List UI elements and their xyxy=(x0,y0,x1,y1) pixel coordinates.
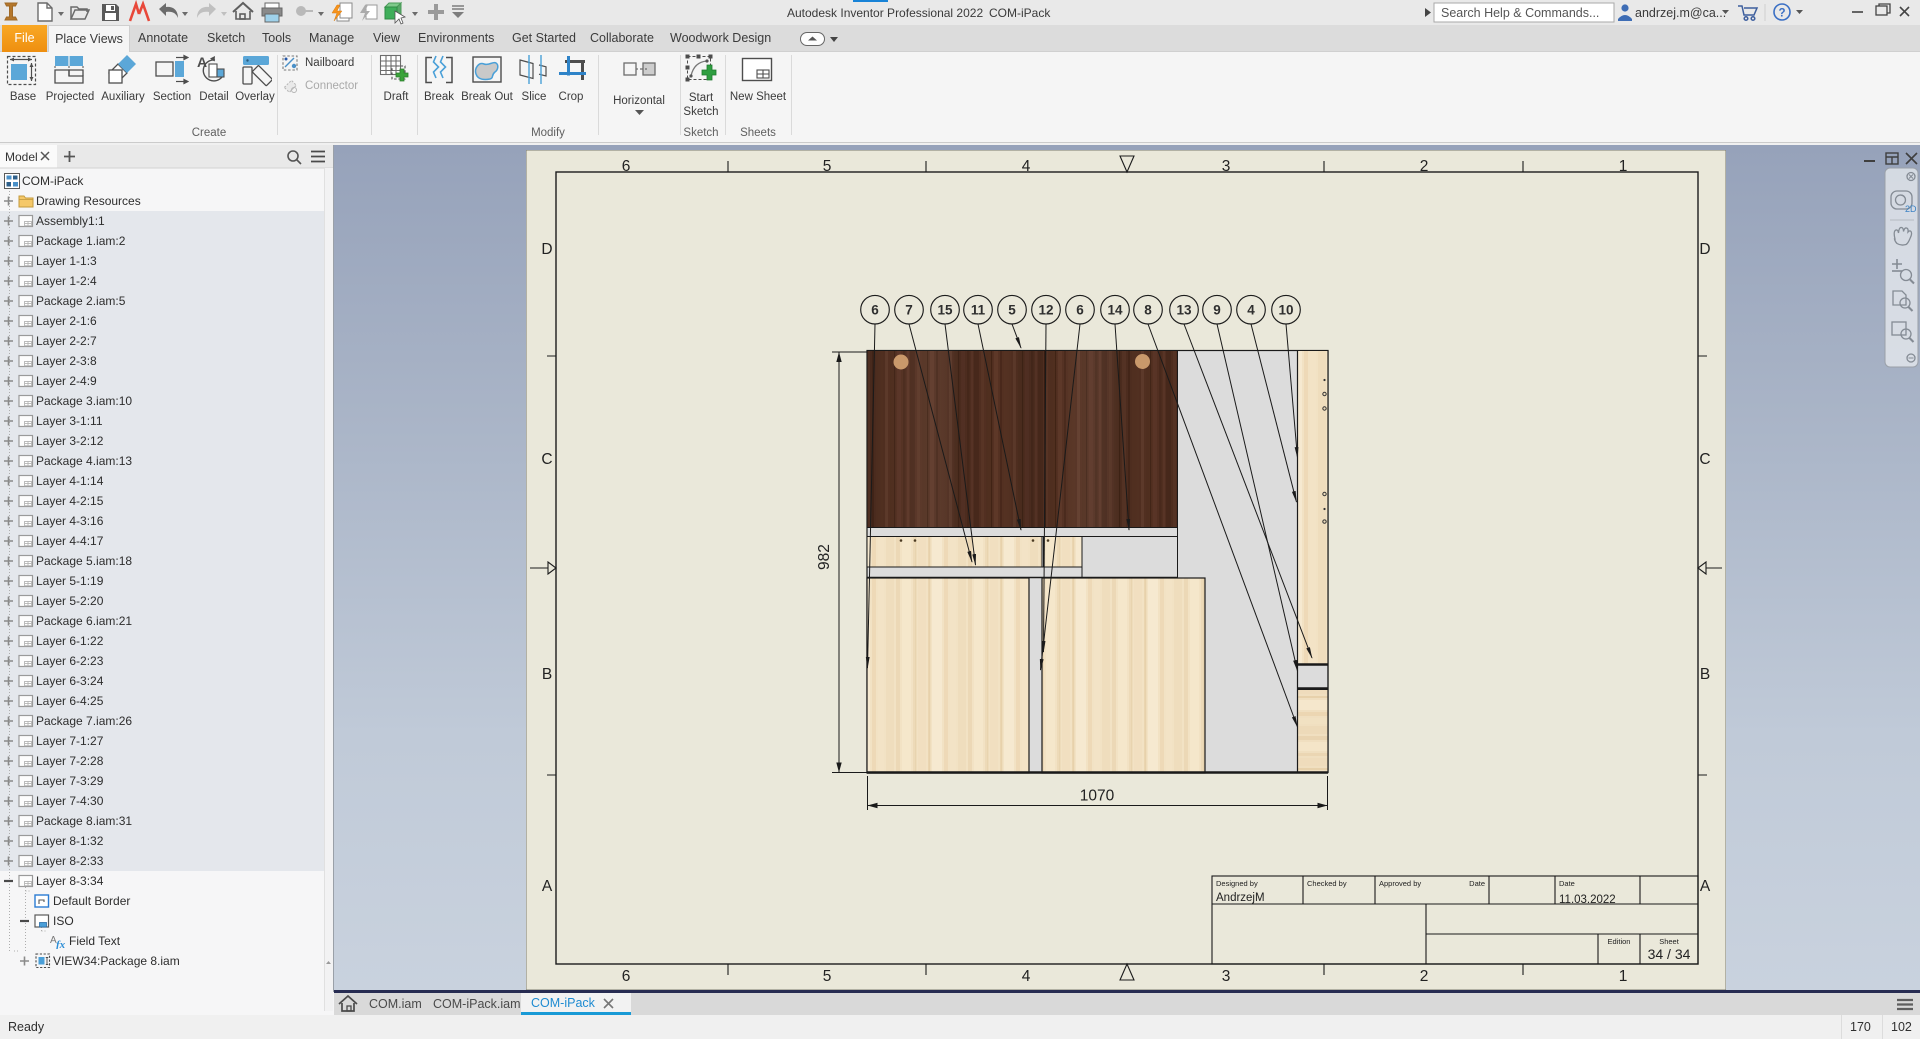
svg-text:34 / 34: 34 / 34 xyxy=(1648,946,1691,962)
svg-text:?: ? xyxy=(1779,8,1786,20)
svg-text:AndrzejM: AndrzejM xyxy=(1216,892,1265,904)
svg-text:7: 7 xyxy=(905,303,913,318)
svg-text:12: 12 xyxy=(1038,303,1053,318)
svg-text:Sheet: Sheet xyxy=(1659,937,1680,946)
svg-text:9: 9 xyxy=(1213,303,1221,318)
svg-text:Layer 4-4:17: Layer 4-4:17 xyxy=(36,534,104,548)
svg-text:Layer 7-1:27: Layer 7-1:27 xyxy=(36,734,104,748)
svg-text:Layer 7-2:28: Layer 7-2:28 xyxy=(36,754,104,768)
svg-text:Layer 8-1:32: Layer 8-1:32 xyxy=(36,834,104,848)
svg-text:A: A xyxy=(197,54,207,70)
svg-text:A: A xyxy=(1700,878,1711,895)
svg-text:C: C xyxy=(1699,451,1710,468)
svg-text:8: 8 xyxy=(1144,303,1152,318)
svg-text:Approved by: Approved by xyxy=(1379,879,1421,888)
svg-text:Layer 6-2:23: Layer 6-2:23 xyxy=(36,654,104,668)
svg-text:Layer 6-1:22: Layer 6-1:22 xyxy=(36,634,104,648)
svg-text:Checked by: Checked by xyxy=(1307,879,1347,888)
svg-text:Layer 4-3:16: Layer 4-3:16 xyxy=(36,514,104,528)
svg-text:Package 8.iam:31: Package 8.iam:31 xyxy=(36,814,132,828)
svg-text:Layer 2-3:8: Layer 2-3:8 xyxy=(36,354,97,368)
svg-text:5: 5 xyxy=(1008,303,1016,318)
svg-text:2: 2 xyxy=(1420,968,1429,985)
svg-text:6: 6 xyxy=(622,968,631,985)
svg-text:Default Border: Default Border xyxy=(53,894,130,908)
svg-text:Designed by: Designed by xyxy=(1216,879,1258,888)
svg-text:Drawing Resources: Drawing Resources xyxy=(36,194,141,208)
svg-text:Field Text: Field Text xyxy=(69,934,121,948)
svg-text:Layer 6-3:24: Layer 6-3:24 xyxy=(36,674,104,688)
svg-text:11: 11 xyxy=(971,303,986,318)
svg-text:Package 5.iam:18: Package 5.iam:18 xyxy=(36,554,132,568)
svg-text:1: 1 xyxy=(1619,158,1628,175)
svg-text:Layer 8-2:33: Layer 8-2:33 xyxy=(36,854,104,868)
svg-text:14: 14 xyxy=(1107,303,1123,318)
svg-text:COM-iPack: COM-iPack xyxy=(22,174,84,188)
svg-text:6: 6 xyxy=(1076,303,1084,318)
svg-text:B: B xyxy=(1700,666,1710,683)
svg-text:ISO: ISO xyxy=(53,914,74,928)
svg-text:Assembly1:1: Assembly1:1 xyxy=(36,214,105,228)
svg-text:Layer 4-2:15: Layer 4-2:15 xyxy=(36,494,104,508)
svg-text:D: D xyxy=(541,241,552,258)
svg-text:Model: Model xyxy=(5,150,38,164)
svg-text:C: C xyxy=(541,451,552,468)
svg-text:3: 3 xyxy=(1222,968,1231,985)
svg-text:Package 7.iam:26: Package 7.iam:26 xyxy=(36,714,132,728)
svg-text:Layer 1-1:3: Layer 1-1:3 xyxy=(36,254,97,268)
svg-text:Layer 2-2:7: Layer 2-2:7 xyxy=(36,334,97,348)
svg-text:13: 13 xyxy=(1176,303,1192,318)
svg-text:VIEW34:Package 8.iam: VIEW34:Package 8.iam xyxy=(53,954,180,968)
svg-text:982: 982 xyxy=(816,544,833,570)
svg-text:Layer 2-4:9: Layer 2-4:9 xyxy=(36,374,97,388)
svg-text:10: 10 xyxy=(1278,303,1293,318)
svg-text:3: 3 xyxy=(1222,158,1231,175)
svg-text:Search Help & Commands...: Search Help & Commands... xyxy=(1441,6,1599,20)
svg-text:6: 6 xyxy=(871,303,879,318)
svg-text:2: 2 xyxy=(1420,158,1429,175)
svg-text:Layer 4-1:14: Layer 4-1:14 xyxy=(36,474,104,488)
svg-text:Package 6.iam:21: Package 6.iam:21 xyxy=(36,614,132,628)
svg-text:Package 4.iam:13: Package 4.iam:13 xyxy=(36,454,132,468)
svg-text:B: B xyxy=(542,666,552,683)
svg-text:Layer 3-1:11: Layer 3-1:11 xyxy=(36,414,103,428)
svg-text:Layer 2-1:6: Layer 2-1:6 xyxy=(36,314,97,328)
svg-text:Layer 8-3:34: Layer 8-3:34 xyxy=(36,874,104,888)
svg-text:Package 1.iam:2: Package 1.iam:2 xyxy=(36,234,126,248)
svg-text:A: A xyxy=(542,878,553,895)
svg-text:Layer 5-2:20: Layer 5-2:20 xyxy=(36,594,104,608)
svg-text:Layer 1-2:4: Layer 1-2:4 xyxy=(36,274,97,288)
svg-text:11.03.2022: 11.03.2022 xyxy=(1559,894,1616,906)
svg-text:Layer 5-1:19: Layer 5-1:19 xyxy=(36,574,104,588)
svg-text:5: 5 xyxy=(823,158,832,175)
svg-text:2D: 2D xyxy=(1905,204,1917,214)
svg-text:andrzej.m@ca...: andrzej.m@ca... xyxy=(1635,6,1726,20)
svg-text:Edition: Edition xyxy=(1608,937,1631,946)
svg-text:Layer 3-2:12: Layer 3-2:12 xyxy=(36,434,104,448)
svg-text:1070: 1070 xyxy=(1080,788,1115,805)
svg-text:5: 5 xyxy=(823,968,832,985)
svg-text:4: 4 xyxy=(1022,968,1031,985)
svg-text:Package 3.iam:10: Package 3.iam:10 xyxy=(36,394,132,408)
svg-text:Layer 7-4:30: Layer 7-4:30 xyxy=(36,794,104,808)
svg-text:Package 2.iam:5: Package 2.iam:5 xyxy=(36,294,126,308)
svg-text:1: 1 xyxy=(1619,968,1628,985)
svg-text:6: 6 xyxy=(622,158,631,175)
svg-text:Layer 6-4:25: Layer 6-4:25 xyxy=(36,694,104,708)
svg-text:Date: Date xyxy=(1469,879,1485,888)
svg-text:D: D xyxy=(1699,241,1710,258)
svg-text:Layer 7-3:29: Layer 7-3:29 xyxy=(36,774,104,788)
svg-text:Date: Date xyxy=(1559,879,1575,888)
svg-text:15: 15 xyxy=(937,303,953,318)
svg-text:4: 4 xyxy=(1247,303,1255,318)
svg-text:4: 4 xyxy=(1022,158,1031,175)
